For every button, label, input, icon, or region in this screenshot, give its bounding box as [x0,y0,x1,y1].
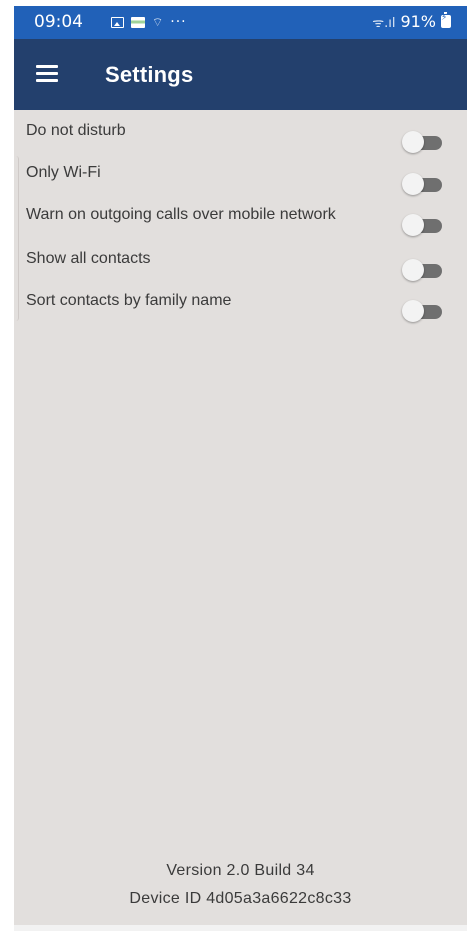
setting-label: Only Wi-Fi [26,164,101,181]
version-info: Version 2.0 Build 34 [166,862,315,879]
app-screen: 09:04 ⌔ ··· ᯤ.ıl 91% Settings Do not dis… [14,6,467,925]
page-title: Settings [105,62,194,87]
toggle-thumb [402,173,424,195]
setting-label: Show all contacts [26,250,151,267]
setting-label: Do not disturb [26,122,126,139]
toggle-thumb [402,214,424,236]
device-id: Device ID 4d05a3a6622c8c33 [129,890,352,907]
sort-by-family-name-toggle[interactable] [402,300,442,322]
notification-icons: ⌔ ··· [111,14,187,30]
toggle-thumb [402,259,424,281]
show-all-contacts-toggle[interactable] [402,259,442,281]
hamburger-menu-icon[interactable] [36,65,58,83]
setting-do-not-disturb[interactable]: Do not disturb [14,110,467,153]
wifi-notification-icon: ⌔ [152,15,164,29]
system-indicators: ᯤ.ıl 91% [372,12,451,31]
setting-sort-by-family-name[interactable]: Sort contacts by family name [14,286,467,328]
battery-percent: 91% [400,12,436,31]
setting-warn-mobile-calls[interactable]: Warn on outgoing calls over mobile netwo… [14,194,467,244]
warn-mobile-calls-toggle[interactable] [402,214,442,236]
app-notification-icon [131,16,145,28]
setting-only-wifi[interactable]: Only Wi-Fi [14,152,467,195]
toggle-thumb [402,131,424,153]
setting-show-all-contacts[interactable]: Show all contacts [14,244,467,286]
more-icon: ··· [170,14,187,30]
image-icon [111,16,124,28]
setting-label: Sort contacts by family name [26,292,232,309]
only-wifi-toggle[interactable] [402,173,442,195]
app-bar: Settings [14,39,467,110]
do-not-disturb-toggle[interactable] [402,131,442,153]
status-time: 09:04 [34,12,83,32]
settings-list: Do not disturb Only Wi-Fi Warn on outgoi… [14,110,467,328]
battery-charging-icon [441,12,451,28]
bottom-edge [14,925,467,931]
setting-label: Warn on outgoing calls over mobile netwo… [26,206,336,223]
status-bar: 09:04 ⌔ ··· ᯤ.ıl 91% [14,6,467,39]
toggle-thumb [402,300,424,322]
signal-icon: ᯤ.ıl [372,15,396,31]
